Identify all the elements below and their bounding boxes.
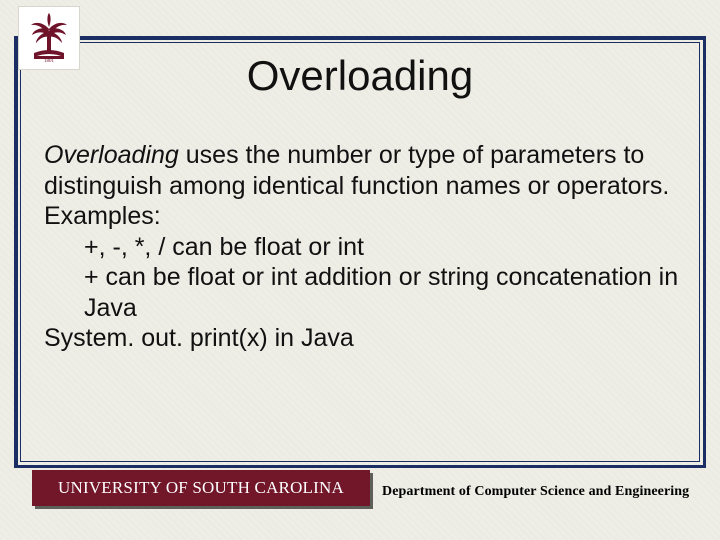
example-1: +, -, *, / can be float or int bbox=[44, 232, 690, 263]
slide-body: Overloading uses the number or type of p… bbox=[44, 140, 690, 354]
definition: Overloading uses the number or type of p… bbox=[44, 140, 690, 201]
example-2: + can be float or int addition or string… bbox=[44, 262, 690, 323]
examples-label: Examples: bbox=[44, 201, 690, 232]
footer-department: Department of Computer Science and Engin… bbox=[382, 474, 702, 510]
slide: 1801 Overloading Overloading uses the nu… bbox=[0, 0, 720, 540]
footer-university: UNIVERSITY OF SOUTH CAROLINA bbox=[32, 470, 370, 506]
definition-lead: Overloading bbox=[44, 141, 179, 169]
example-3: System. out. print(x) in Java bbox=[44, 323, 690, 354]
slide-title: Overloading bbox=[0, 52, 720, 100]
